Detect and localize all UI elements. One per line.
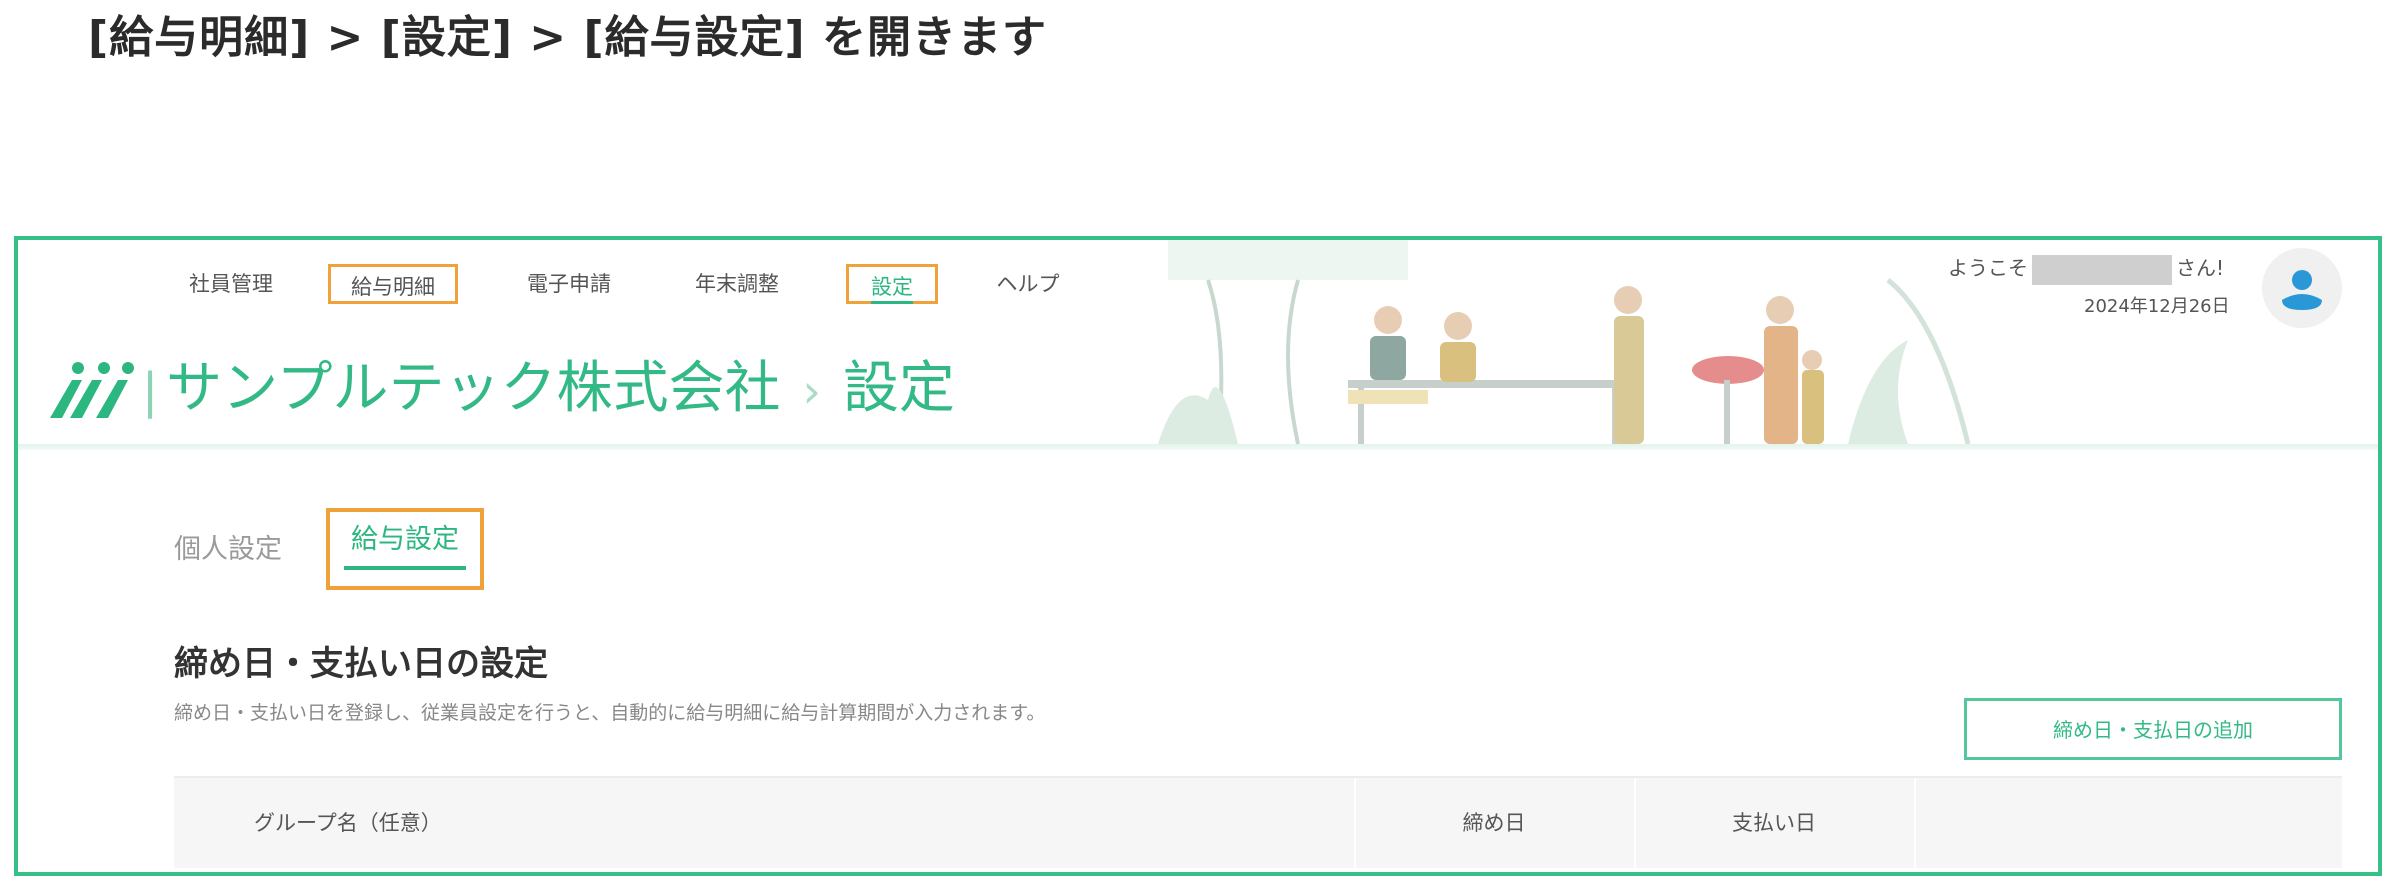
header-illustration [1158, 240, 1971, 444]
tab-payroll-settings[interactable]: 給与設定 [326, 508, 484, 590]
user-icon [2282, 270, 2322, 310]
table-header: グループ名（任意） 締め日 支払い日 [174, 776, 2342, 868]
breadcrumb: | サンプルテック株式会社 › 設定 [142, 344, 955, 434]
nav-item-e-application[interactable]: 電子申請 [514, 264, 624, 304]
nav-item-employee-management[interactable]: 社員管理 [176, 264, 286, 304]
tab-payroll-settings-label: 給与設定 [351, 524, 459, 555]
chevron-right-icon: › [802, 364, 821, 418]
brand-logo-icon[interactable] [48, 358, 138, 422]
column-header-group-name[interactable]: グループ名（任意） [254, 778, 442, 868]
section-title: 締め日・支払い日の設定 [174, 644, 548, 684]
tab-personal-settings[interactable]: 個人設定 [174, 520, 282, 580]
user-avatar-icon[interactable] [2262, 248, 2342, 328]
column-header-actions [1914, 778, 2342, 868]
masked-user-name [2032, 254, 2172, 285]
app-header: 社員管理 給与明細 電子申請 年末調整 設定 ヘルプ | サンプルテック株式会社 ›… [18, 240, 2378, 448]
breadcrumb-separator-bar: | [142, 363, 159, 419]
breadcrumb-company[interactable]: サンプルテック株式会社 [166, 356, 780, 421]
screenshot-frame: 社員管理 給与明細 電子申請 年末調整 設定 ヘルプ | サンプルテック株式会社 ›… [14, 236, 2382, 876]
breadcrumb-current-page: 設定 [842, 356, 955, 421]
nav-item-help[interactable]: ヘルプ [988, 264, 1068, 304]
column-header-payment-date[interactable]: 支払い日 [1634, 778, 1914, 868]
nav-item-payslip[interactable]: 給与明細 [328, 264, 458, 304]
active-tab-indicator [344, 566, 466, 570]
nav-item-year-end-adjustment[interactable]: 年末調整 [682, 264, 792, 304]
instruction-text: [給与明細] > [設定] > [給与設定] を開きます [88, 12, 1047, 63]
nav-item-settings-label: 設定 [871, 275, 913, 304]
header-divider [18, 444, 2378, 450]
welcome-suffix: さん! [2176, 256, 2225, 280]
current-date: 2024年12月26日 [2084, 296, 2230, 317]
welcome-prefix: ようこそ [1948, 256, 2028, 280]
column-header-closing-date[interactable]: 締め日 [1354, 778, 1634, 868]
section-description: 締め日・支払い日を登録し、従業員設定を行うと、自動的に給与明細に給与計算期間が入… [174, 702, 1046, 724]
nav-item-settings[interactable]: 設定 [846, 264, 938, 304]
add-closing-payment-date-button[interactable]: 締め日・支払日の追加 [1964, 698, 2342, 760]
welcome-message: ようこそ さん! [1948, 252, 2224, 285]
